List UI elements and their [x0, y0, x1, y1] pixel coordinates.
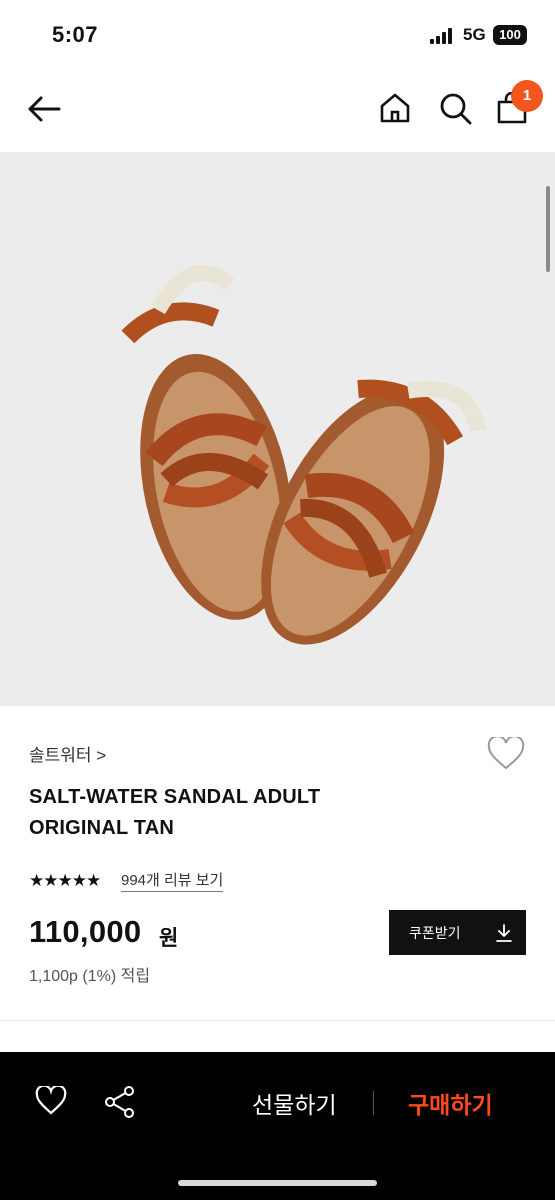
- top-nav: [0, 70, 555, 152]
- signal-icon: [430, 28, 452, 44]
- rating-stars: ★★★★★: [29, 871, 101, 890]
- gift-button[interactable]: 선물하기: [252, 1086, 337, 1120]
- download-icon: [496, 923, 512, 942]
- buy-button[interactable]: 구매하기: [408, 1086, 493, 1120]
- sandal-illustration: [121, 264, 486, 645]
- price: 110,000: [29, 914, 142, 949]
- brand-link[interactable]: 솔트워터 >: [29, 741, 106, 766]
- share-icon[interactable]: [104, 1085, 136, 1119]
- coupon-button[interactable]: 쿠폰받기: [389, 910, 526, 955]
- wishlist-heart-icon[interactable]: [487, 737, 525, 771]
- status-bar: 5:07 5G 100: [0, 0, 555, 70]
- product-title-line2: ORIGINAL TAN: [29, 817, 174, 839]
- network-label: 5G: [463, 25, 486, 44]
- search-icon[interactable]: [439, 92, 473, 126]
- home-indicator[interactable]: [178, 1180, 377, 1186]
- product-image[interactable]: [0, 152, 555, 706]
- status-time: 5:07: [52, 22, 99, 47]
- product-title: SALT-WATER SANDAL ADULT ORIGINAL TAN: [29, 782, 449, 844]
- back-arrow-icon[interactable]: [26, 95, 62, 123]
- reviews-link[interactable]: 994개 리뷰 보기: [121, 869, 224, 892]
- product-title-line1: SALT-WATER SANDAL ADULT: [29, 786, 321, 808]
- currency-label: 원: [159, 927, 179, 950]
- battery-indicator: 100: [493, 25, 527, 45]
- image-scrollbar[interactable]: [546, 186, 550, 272]
- reward-points: 1,100p (1%) 적립: [29, 968, 151, 985]
- bar-separator: [373, 1091, 374, 1115]
- brand-chevron-icon: >: [96, 746, 107, 765]
- coupon-label: 쿠폰받기: [409, 924, 461, 941]
- heart-icon[interactable]: [35, 1086, 67, 1116]
- bottom-action-bar: 선물하기 구매하기: [0, 1052, 555, 1200]
- cart-count-badge: 1: [511, 80, 543, 112]
- section-divider: [0, 1020, 555, 1021]
- home-icon[interactable]: [379, 92, 411, 124]
- brand-name: 솔트워터: [29, 746, 92, 765]
